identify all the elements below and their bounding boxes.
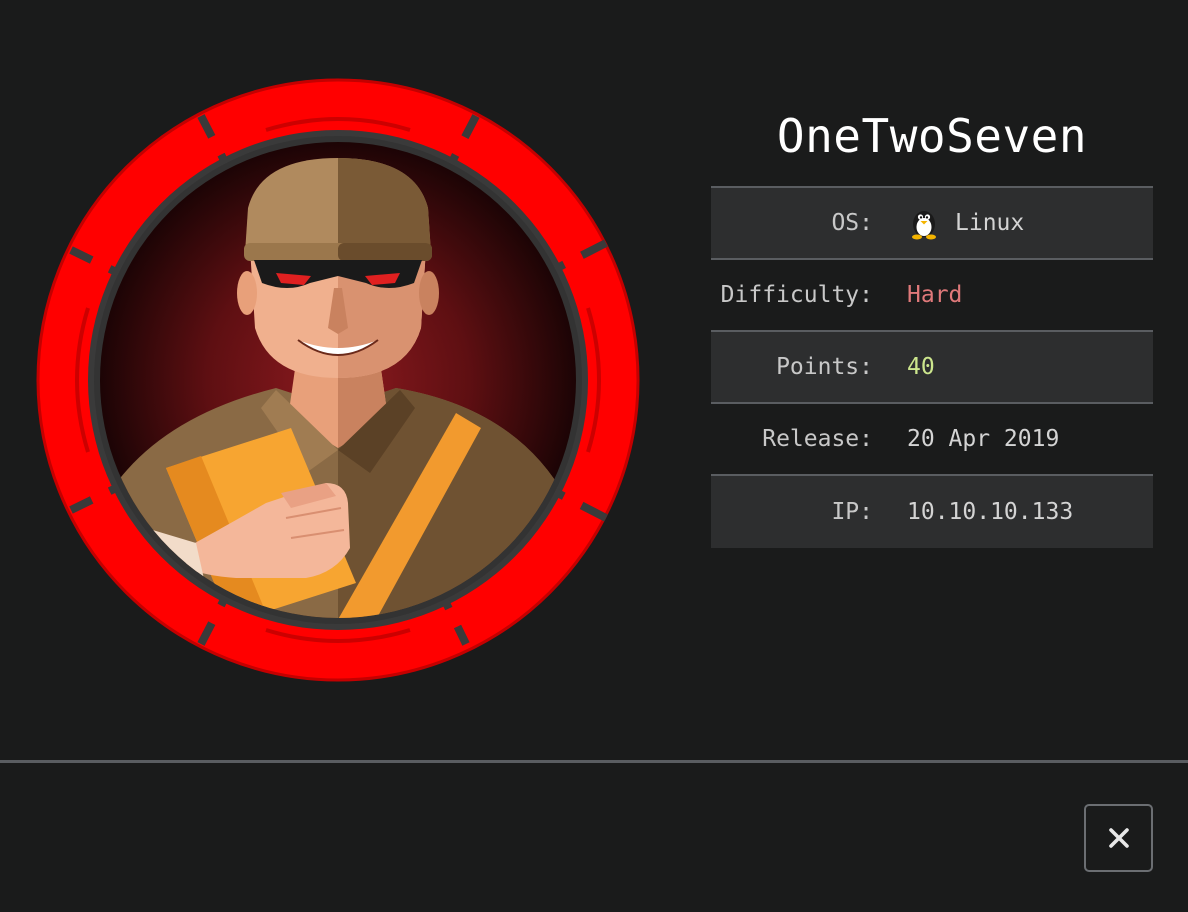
ip-value: 10.10.10.133: [907, 499, 1074, 525]
release-label: Release:: [762, 426, 873, 452]
machine-name: OneTwoSeven: [776, 109, 1088, 163]
footer-divider: [0, 760, 1188, 763]
info-row-os: OS: Linux: [711, 186, 1153, 258]
release-value: 20 Apr 2019: [907, 426, 1060, 452]
os-value-wrap: Linux: [907, 206, 1024, 240]
machine-info-table: OS: Linux Difficulty: Hard Points: 40 Re…: [711, 186, 1153, 548]
info-row-points: Points: 40: [711, 330, 1153, 402]
difficulty-label: Difficulty:: [720, 282, 873, 308]
os-value: Linux: [955, 210, 1025, 236]
tux-icon: [907, 206, 941, 240]
info-row-ip: IP: 10.10.10.133: [711, 474, 1153, 548]
points-value: 40: [907, 354, 935, 380]
info-row-release: Release: 20 Apr 2019: [711, 402, 1153, 474]
os-label: OS:: [831, 210, 873, 236]
machine-avatar: [36, 78, 640, 682]
close-icon: [1108, 827, 1130, 849]
points-label: Points:: [776, 354, 873, 380]
close-button[interactable]: [1084, 804, 1153, 872]
info-row-difficulty: Difficulty: Hard: [711, 258, 1153, 330]
difficulty-value: Hard: [907, 282, 963, 308]
ip-label: IP:: [831, 499, 873, 525]
